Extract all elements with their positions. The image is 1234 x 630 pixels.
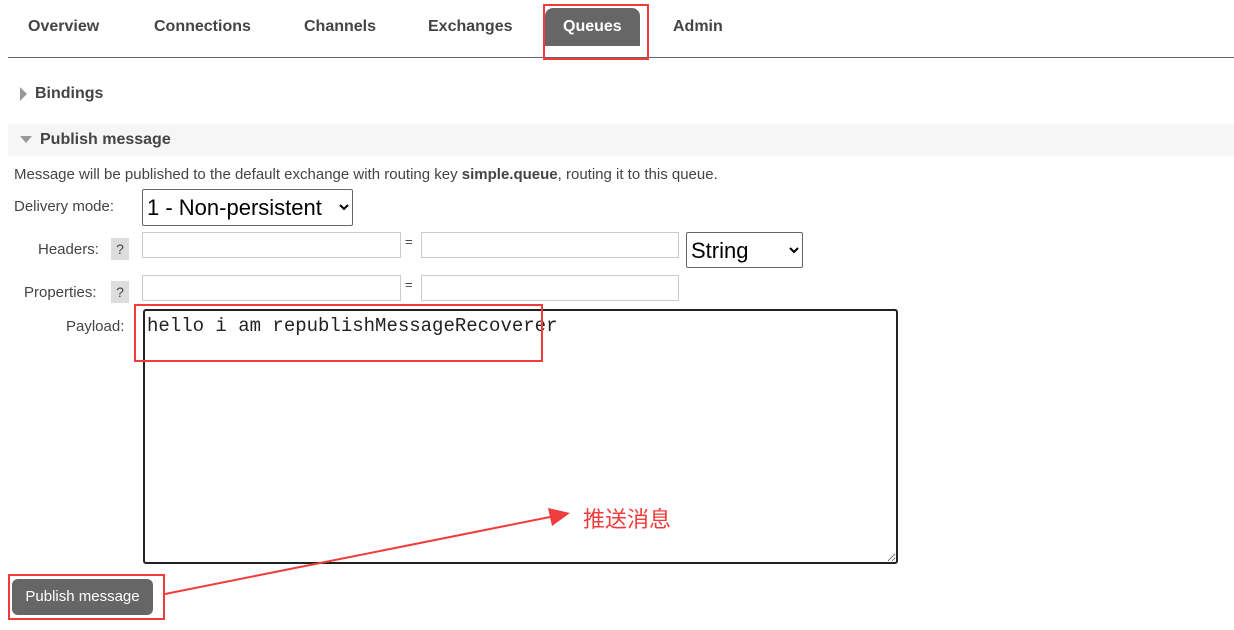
annotation-arrow-icon [164, 508, 570, 595]
annotation-text: 推送消息 [583, 507, 672, 532]
